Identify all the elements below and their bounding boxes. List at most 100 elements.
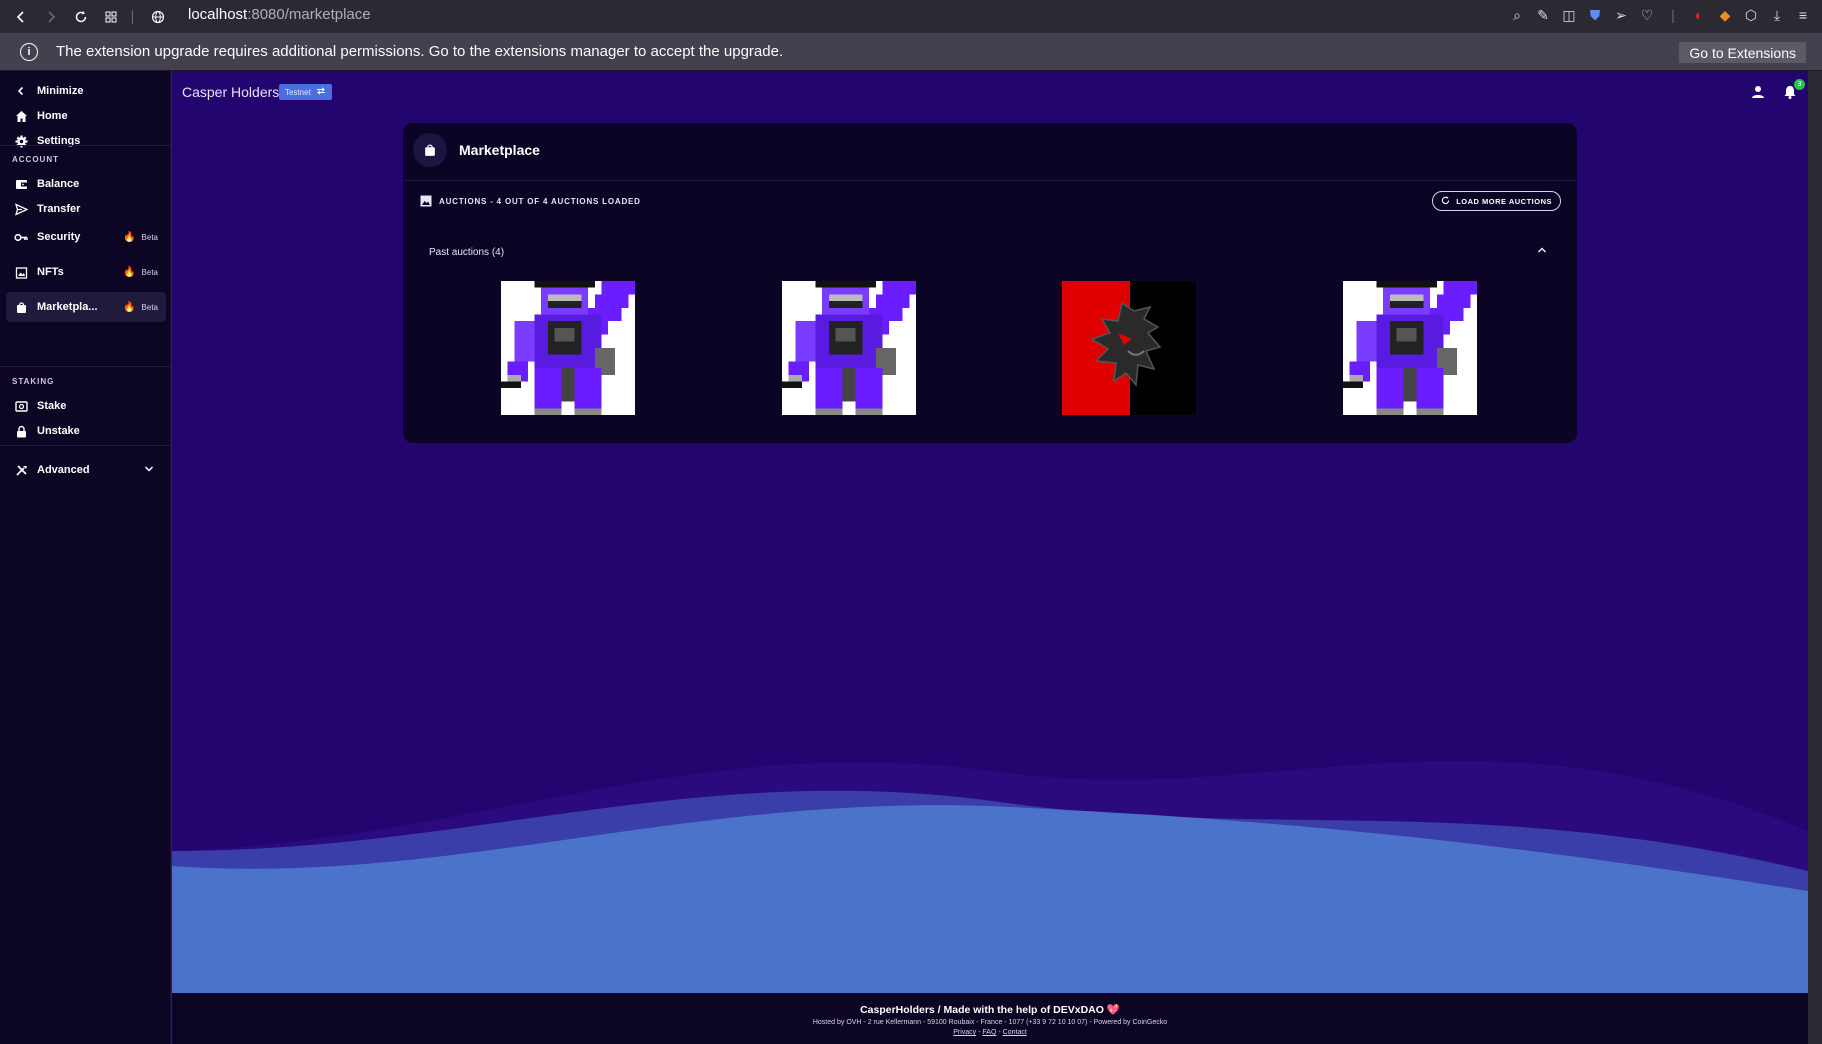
zoom-icon[interactable]: ⌕ (1508, 4, 1526, 26)
footer-credits: CasperHolders / Made with the help of DE… (860, 1004, 1120, 1016)
download-icon[interactable]: ⤓ (1768, 4, 1786, 26)
sidebar-item-security[interactable]: Security 🔥 Beta (6, 222, 166, 252)
shopping-bag-icon (14, 300, 28, 314)
sidebar-item-label: Advanced (37, 464, 90, 476)
heart-icon[interactable]: ♡ (1638, 4, 1656, 26)
nft-thumbnail[interactable] (1343, 281, 1477, 415)
privacy-link[interactable]: Privacy (953, 1029, 976, 1036)
user-icon[interactable] (1750, 84, 1766, 100)
footer-links: Privacy - FAQ - Contact (953, 1029, 1027, 1036)
send-icon (14, 202, 28, 216)
swap-icon (316, 87, 326, 97)
nft-thumbnail[interactable] (501, 281, 635, 415)
menu-icon[interactable]: ≡ (1794, 4, 1812, 26)
app-title: Casper Holders (182, 84, 280, 100)
sidebar-divider (0, 366, 171, 367)
purple-knight-image (782, 281, 916, 415)
sidebar-item-label: Security (37, 231, 81, 243)
casper-extension-icon[interactable]: ◐ (1690, 4, 1708, 26)
refresh-icon (1441, 195, 1450, 207)
shield-extension-icon[interactable]: ⛊ (1586, 4, 1604, 26)
reload-icon[interactable] (68, 4, 94, 30)
safe-icon (14, 399, 28, 413)
nft-icon (14, 265, 28, 279)
edit-icon[interactable]: ✎ (1534, 4, 1552, 26)
screenshot-icon[interactable]: ◫ (1560, 4, 1578, 26)
sidebar-item-label: NFTs (37, 266, 64, 278)
nft-thumbnail[interactable] (1062, 281, 1196, 415)
load-more-auctions-button[interactable]: LOAD MORE AUCTIONS (1432, 191, 1561, 211)
address-bar[interactable]: localhost:8080/marketplace (188, 6, 371, 23)
sidebar-item-label: Balance (37, 178, 80, 190)
tools-icon (14, 463, 28, 477)
key-icon (14, 230, 28, 244)
footer-hosting: Hosted by OVH - 2 rue Kellermann - 59100… (812, 1019, 1168, 1026)
send-icon[interactable]: ➢ (1612, 4, 1630, 26)
beta-badge: 🔥 Beta (123, 302, 158, 313)
notice-message: The extension upgrade requires additiona… (56, 43, 784, 60)
cube-extension-icon[interactable]: ⬡ (1742, 4, 1760, 26)
flame-icon: 🔥 (123, 231, 136, 243)
notification-count-badge: 3 (1794, 79, 1805, 90)
browser-toolbar: localhost:8080/marketplace ⌕ ✎ ◫ ⛊ ➢ ♡ |… (0, 0, 1822, 33)
sidebar-item-label: Home (37, 110, 68, 122)
image-icon (420, 195, 432, 207)
purple-knight-image (1343, 281, 1477, 415)
chevron-up-icon[interactable] (1537, 244, 1547, 258)
site-info-icon[interactable] (145, 4, 171, 30)
url-host: localhost (188, 6, 248, 23)
contact-link[interactable]: Contact (1003, 1029, 1027, 1036)
chevron-left-icon (14, 84, 28, 98)
sidebar-item-label: Marketpla... (37, 301, 98, 313)
sidebar-item-label: Transfer (37, 203, 81, 215)
faq-link[interactable]: FAQ (982, 1029, 996, 1036)
url-path: :8080/marketplace (247, 6, 371, 23)
sidebar-item-transfer[interactable]: Transfer (6, 194, 166, 224)
beta-badge: 🔥 Beta (123, 232, 158, 243)
nft-thumbnail[interactable] (782, 281, 916, 415)
beta-label: Beta (141, 232, 158, 242)
info-icon: i (20, 42, 38, 61)
main-content: Casper Holders Testnet 3 Marketplace AUC… (172, 71, 1808, 993)
tabs-grid-icon[interactable] (98, 4, 124, 30)
beta-label: Beta (141, 267, 158, 277)
section-account: ACCOUNT (12, 155, 59, 164)
purple-knight-image (501, 281, 635, 415)
marketplace-card: Marketplace AUCTIONS - 4 OUT OF 4 AUCTIO… (403, 123, 1577, 443)
home-icon (14, 109, 28, 123)
toolbar-separator (132, 9, 133, 24)
footer: CasperHolders / Made with the help of DE… (172, 993, 1808, 1044)
scrollbar-track[interactable] (1808, 71, 1822, 1044)
sidebar-item-label: Unstake (37, 425, 80, 437)
network-label: Testnet (285, 87, 311, 97)
shopping-bag-icon (413, 133, 447, 167)
flame-icon: 🔥 (123, 266, 136, 278)
sidebar-item-settings[interactable]: Settings (6, 126, 166, 156)
extension-notice-bar: i The extension upgrade requires additio… (0, 33, 1822, 71)
beta-badge: 🔥 Beta (123, 267, 158, 278)
sidebar-item-advanced[interactable]: Advanced (6, 455, 166, 485)
load-more-label: LOAD MORE AUCTIONS (1456, 196, 1552, 206)
separator-icon: | (1671, 7, 1675, 23)
sidebar: Minimize Home Settings ACCOUNT Balance T… (0, 71, 171, 1044)
past-auctions-toggle[interactable]: Past auctions (4) (429, 247, 504, 258)
wallet-icon (14, 177, 28, 191)
sidebar-divider (0, 145, 171, 146)
chevron-down-icon (144, 464, 154, 477)
go-to-extensions-button[interactable]: Go to Extensions (1679, 42, 1806, 63)
red-demon-image (1062, 281, 1196, 415)
forward-icon[interactable] (38, 4, 64, 30)
network-badge[interactable]: Testnet (279, 84, 332, 100)
auctions-status-text: AUCTIONS - 4 OUT OF 4 AUCTIONS LOADED (439, 196, 641, 206)
auctions-status: AUCTIONS - 4 OUT OF 4 AUCTIONS LOADED (420, 195, 641, 207)
sidebar-item-unstake[interactable]: Unstake (6, 416, 166, 446)
section-staking: STAKING (12, 377, 55, 386)
back-icon[interactable] (8, 4, 34, 30)
sidebar-item-marketplace[interactable]: Marketpla... 🔥 Beta (6, 292, 166, 322)
flame-icon: 🔥 (123, 301, 136, 313)
sidebar-item-nfts[interactable]: NFTs 🔥 Beta (6, 257, 166, 287)
page-title: Marketplace (459, 142, 540, 158)
lock-icon (14, 424, 28, 438)
metamask-icon[interactable]: ◆ (1716, 4, 1734, 26)
sidebar-item-label: Stake (37, 400, 67, 412)
